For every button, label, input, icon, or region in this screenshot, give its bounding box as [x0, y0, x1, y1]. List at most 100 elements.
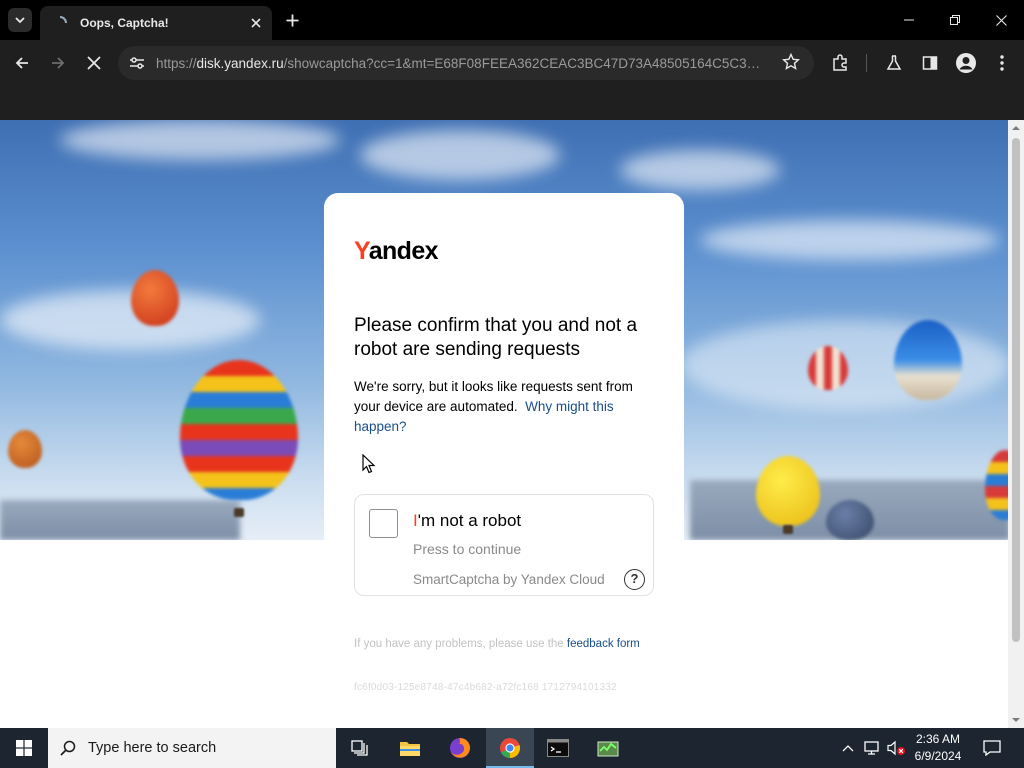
- url-text: https://disk.yandex.ru/showcaptcha?cc=1&…: [156, 56, 766, 71]
- page-scrollbar[interactable]: [1008, 120, 1024, 728]
- restore-button[interactable]: [932, 0, 978, 40]
- profile-button[interactable]: [952, 49, 980, 77]
- forward-button[interactable]: [44, 49, 72, 77]
- balloon-basket: [234, 508, 244, 517]
- tab-search-button[interactable]: [8, 8, 32, 32]
- smartcaptcha-brand: SmartCaptcha by Yandex Cloud: [413, 572, 605, 587]
- tab-title: Oops, Captcha!: [80, 16, 169, 30]
- yandex-logo[interactable]: Yandex: [354, 237, 439, 266]
- file-explorer-button[interactable]: [386, 728, 434, 768]
- url-host: disk.yandex.ru: [196, 55, 284, 71]
- balloon-basket: [783, 525, 793, 534]
- page-viewport: Yandex Please confirm that you and not a…: [0, 120, 1008, 728]
- bookmarks-bar: [0, 86, 1024, 120]
- minimize-icon: [904, 19, 914, 21]
- chat-bubble-icon: [983, 740, 1001, 756]
- firefox-icon: [450, 738, 470, 758]
- new-tab-button[interactable]: [280, 8, 304, 32]
- arrow-left-icon: [15, 57, 28, 69]
- terminal-button[interactable]: [534, 728, 582, 768]
- menu-button[interactable]: [988, 49, 1016, 77]
- balloon: [131, 270, 179, 326]
- chrome-icon: [500, 738, 521, 759]
- site-info-icon[interactable]: [126, 52, 148, 74]
- smartcaptcha-widget[interactable]: I'm not a robot Press to continue SmartC…: [354, 494, 654, 596]
- start-button[interactable]: [0, 728, 48, 768]
- cloud: [0, 290, 260, 350]
- chrome-button[interactable]: [486, 728, 534, 768]
- stop-x-icon: [87, 56, 101, 70]
- arrow-right-icon: [52, 57, 65, 69]
- mouse-cursor-icon: [362, 454, 376, 474]
- plus-icon: [286, 14, 298, 26]
- not-robot-label[interactable]: I'm not a robot: [413, 511, 521, 531]
- bookmark-star-icon[interactable]: [781, 52, 801, 76]
- balloon: [8, 430, 42, 468]
- task-view-icon: [351, 740, 368, 756]
- chevron-down-icon: [15, 17, 25, 24]
- minimize-button[interactable]: [886, 0, 932, 40]
- clock-time: 2:36 AM: [915, 732, 961, 746]
- toolbar-separator: [866, 54, 867, 72]
- cloud: [700, 220, 1000, 260]
- volume-muted-icon[interactable]: [886, 738, 906, 758]
- chevron-up-icon[interactable]: [838, 738, 858, 758]
- task-manager-icon: [597, 741, 619, 757]
- avatar-icon: [956, 53, 976, 73]
- loading-favicon-icon: [52, 15, 68, 31]
- request-id: fc6f0d03-125e8748-47c4b682-a72fc168 1712…: [354, 682, 617, 693]
- close-icon: [995, 14, 1007, 26]
- restore-icon: [950, 15, 960, 25]
- taskbar-search[interactable]: Type here to search: [48, 728, 336, 768]
- balloon: [826, 500, 874, 540]
- labs-button[interactable]: [880, 49, 908, 77]
- system-clock[interactable]: 2:36 AM 6/9/2024: [912, 731, 964, 765]
- notifications-button[interactable]: [980, 728, 1004, 768]
- search-icon: [60, 740, 76, 756]
- url-path: /showcaptcha?cc=1&mt=E68F08FEEA362CEAC3B…: [283, 55, 766, 71]
- task-view-button[interactable]: [336, 728, 384, 768]
- puzzle-icon: [833, 54, 847, 71]
- feedback-text: If you have any problems, please use the: [354, 638, 564, 650]
- close-window-button[interactable]: [978, 0, 1024, 40]
- balloon: [756, 456, 820, 526]
- scrollbar-thumb[interactable]: [1012, 138, 1020, 642]
- extensions-button[interactable]: [826, 49, 854, 77]
- balloon: [894, 320, 962, 400]
- back-button[interactable]: [8, 49, 36, 77]
- address-bar[interactable]: https://disk.yandex.ru/showcaptcha?cc=1&…: [118, 46, 814, 80]
- task-manager-button[interactable]: [584, 728, 632, 768]
- kebab-menu-icon: [1000, 55, 1004, 71]
- url-scheme: https://: [156, 55, 197, 71]
- balloon: [808, 346, 848, 390]
- windows-logo-icon: [16, 740, 32, 756]
- folder-icon: [400, 742, 420, 756]
- cloud: [60, 120, 340, 160]
- feedback-note: If you have any problems, please use the…: [354, 636, 654, 652]
- scroll-up-icon[interactable]: [1012, 124, 1020, 132]
- explanation-text: We're sorry, but it looks like requests …: [354, 377, 654, 437]
- taskbar: Type here to search 2:36 AM 6/9/2024: [0, 728, 1024, 768]
- network-icon[interactable]: [862, 738, 882, 758]
- firefox-button[interactable]: [436, 728, 484, 768]
- side-panel-button[interactable]: [916, 49, 944, 77]
- search-placeholder: Type here to search: [88, 740, 217, 756]
- not-robot-checkbox[interactable]: [369, 509, 398, 538]
- tab-strip: Oops, Captcha!: [0, 0, 1024, 40]
- cloud: [620, 150, 780, 190]
- balloon: [180, 360, 298, 500]
- stop-loading-button[interactable]: [80, 49, 108, 77]
- scroll-down-icon[interactable]: [1012, 716, 1020, 724]
- terminal-icon: [547, 739, 569, 757]
- feedback-form-link[interactable]: feedback form: [567, 638, 640, 650]
- page-title: Please confirm that you and not a robot …: [354, 315, 638, 360]
- press-to-continue-label: Press to continue: [413, 541, 522, 557]
- cloud: [360, 130, 560, 180]
- close-tab-icon[interactable]: [246, 13, 266, 33]
- side-panel-icon: [922, 56, 938, 70]
- tab-active[interactable]: Oops, Captcha!: [40, 6, 272, 40]
- clock-date: 6/9/2024: [914, 749, 962, 763]
- flask-icon: [886, 55, 902, 70]
- captcha-card: Yandex Please confirm that you and not a…: [324, 193, 684, 728]
- help-icon[interactable]: ?: [624, 569, 645, 590]
